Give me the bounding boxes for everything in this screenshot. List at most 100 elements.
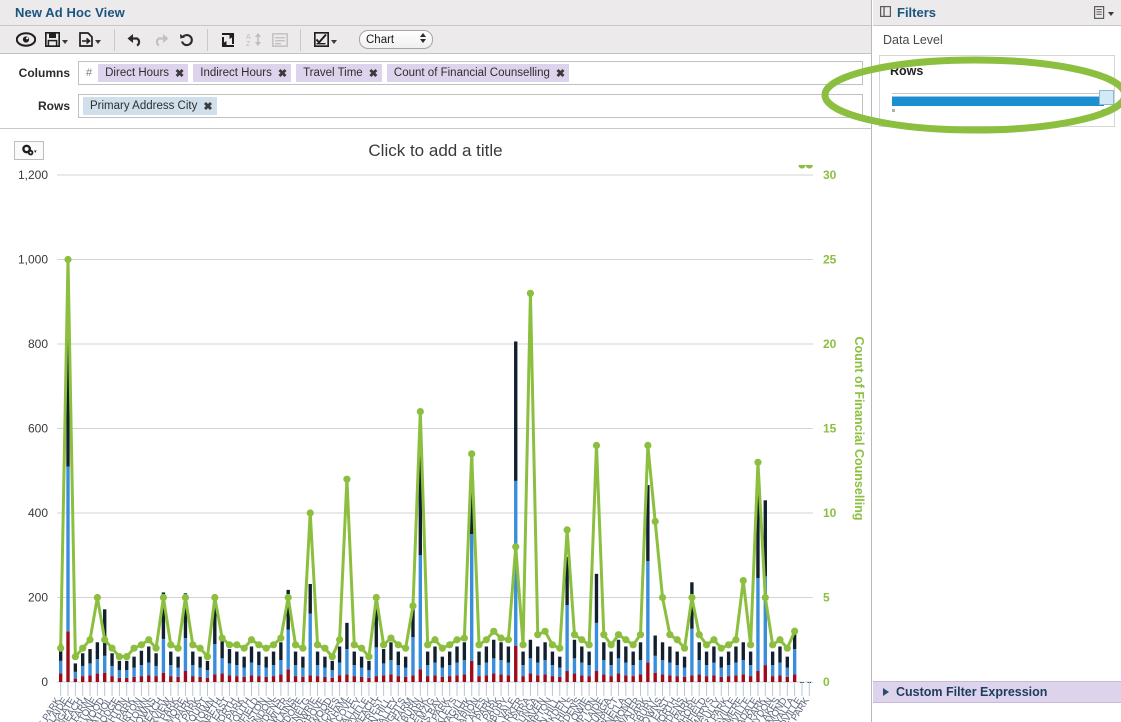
- bar-segment[interactable]: [58, 660, 63, 674]
- bar-segment[interactable]: [455, 646, 459, 663]
- bar-segment[interactable]: [770, 665, 775, 677]
- bar-segment[interactable]: [675, 651, 679, 666]
- bar-segment[interactable]: [580, 675, 584, 682]
- bar-segment[interactable]: [389, 674, 393, 682]
- line-data-point[interactable]: [695, 631, 703, 639]
- bar-segment[interactable]: [198, 676, 202, 682]
- line-data-point[interactable]: [453, 636, 461, 644]
- line-data-point[interactable]: [666, 631, 674, 639]
- bar-segment[interactable]: [198, 656, 202, 668]
- bar-segment[interactable]: [330, 677, 334, 682]
- bar-segment[interactable]: [198, 667, 202, 677]
- line-data-point[interactable]: [512, 543, 520, 551]
- line-data-point[interactable]: [218, 634, 226, 642]
- line-data-point[interactable]: [416, 408, 424, 416]
- bar-segment[interactable]: [418, 669, 423, 682]
- line-data-point[interactable]: [475, 641, 483, 649]
- line-data-point[interactable]: [688, 593, 696, 602]
- bar-segment[interactable]: [470, 534, 474, 661]
- bar-segment[interactable]: [638, 642, 643, 661]
- bar-segment[interactable]: [455, 662, 459, 676]
- bar-segment[interactable]: [425, 676, 430, 682]
- bar-segment[interactable]: [719, 667, 723, 677]
- bar-segment[interactable]: [550, 676, 555, 682]
- bar-segment[interactable]: [301, 676, 305, 682]
- bar-segment[interactable]: [704, 676, 709, 682]
- line-data-point[interactable]: [622, 636, 630, 644]
- bar-segment[interactable]: [521, 651, 525, 666]
- line-data-point[interactable]: [372, 593, 380, 602]
- bar-segment[interactable]: [374, 676, 378, 682]
- bar-segment[interactable]: [323, 656, 327, 668]
- column-field-travel-time[interactable]: Travel Time ✖: [296, 64, 382, 82]
- bar-segment[interactable]: [543, 642, 547, 661]
- line-data-point[interactable]: [519, 641, 527, 649]
- line-data-point[interactable]: [769, 641, 777, 649]
- bar-segment[interactable]: [103, 655, 107, 673]
- bar-segment[interactable]: [389, 660, 393, 675]
- bar-segment[interactable]: [440, 676, 445, 682]
- line-data-point[interactable]: [783, 644, 791, 652]
- line-data-point[interactable]: [548, 641, 557, 649]
- bar-segment[interactable]: [95, 642, 100, 660]
- bar-segment[interactable]: [726, 676, 731, 682]
- bar-segment[interactable]: [235, 676, 239, 682]
- bar-segment[interactable]: [675, 665, 679, 677]
- bar-segment[interactable]: [514, 645, 518, 682]
- bar-segment[interactable]: [660, 674, 665, 682]
- row-field-primary-address-city[interactable]: Primary Address City ✖: [83, 97, 217, 115]
- bar-segment[interactable]: [778, 675, 782, 682]
- line-data-point[interactable]: [64, 255, 72, 264]
- stepper-arrows-icon[interactable]: [420, 33, 426, 43]
- bar-segment[interactable]: [499, 642, 503, 661]
- panel-icon[interactable]: [880, 5, 892, 20]
- bar-segment[interactable]: [477, 676, 481, 682]
- bar-segment[interactable]: [176, 667, 180, 677]
- bar-segment[interactable]: [792, 674, 797, 682]
- bar-segment[interactable]: [257, 651, 261, 666]
- bar-segment[interactable]: [660, 642, 665, 661]
- bar-segment[interactable]: [301, 656, 305, 668]
- line-data-point[interactable]: [460, 634, 468, 642]
- bar-segment[interactable]: [345, 649, 349, 675]
- line-data-point[interactable]: [747, 641, 755, 649]
- bar-segment[interactable]: [602, 642, 606, 661]
- bar-segment[interactable]: [293, 676, 298, 682]
- bar-segment[interactable]: [748, 676, 753, 682]
- line-data-point[interactable]: [438, 644, 446, 652]
- bar-segment[interactable]: [286, 669, 290, 682]
- bar-segment[interactable]: [616, 658, 621, 674]
- line-data-point[interactable]: [431, 636, 439, 644]
- bar-segment[interactable]: [770, 676, 775, 682]
- bar-segment[interactable]: [169, 665, 173, 677]
- bar-segment[interactable]: [161, 638, 166, 673]
- bar-segment[interactable]: [594, 573, 599, 623]
- view-type-select[interactable]: Chart: [359, 30, 433, 49]
- bar-segment[interactable]: [220, 673, 224, 682]
- bar-segment[interactable]: [602, 674, 606, 682]
- line-data-point[interactable]: [358, 644, 366, 652]
- bar-segment[interactable]: [139, 665, 144, 677]
- remove-field-icon[interactable]: ✖: [203, 100, 212, 113]
- bar-segment[interactable]: [381, 675, 386, 682]
- columns-shelf-dropzone[interactable]: # Direct Hours ✖ Indirect Hours ✖ Travel…: [78, 61, 863, 85]
- bar-segment[interactable]: [734, 646, 738, 663]
- bar-segment[interactable]: [572, 639, 577, 659]
- bar-segment[interactable]: [301, 667, 305, 677]
- bar-segment[interactable]: [132, 676, 136, 682]
- viz-dropdown-caret-icon[interactable]: [330, 40, 337, 44]
- bar-segment[interactable]: [147, 675, 151, 682]
- line-data-point[interactable]: [409, 602, 417, 610]
- bar-segment[interactable]: [506, 675, 511, 682]
- line-data-point[interactable]: [724, 641, 733, 649]
- bar-segment[interactable]: [352, 665, 356, 677]
- bar-segment[interactable]: [242, 676, 246, 682]
- bar-segment[interactable]: [147, 646, 151, 663]
- bar-segment[interactable]: [462, 660, 467, 675]
- bar-segment[interactable]: [609, 651, 613, 666]
- bar-segment[interactable]: [125, 670, 129, 678]
- bar-segment[interactable]: [235, 651, 239, 666]
- bar-segment[interactable]: [565, 671, 569, 682]
- bar-segment[interactable]: [308, 675, 312, 682]
- bar-segment[interactable]: [81, 665, 85, 677]
